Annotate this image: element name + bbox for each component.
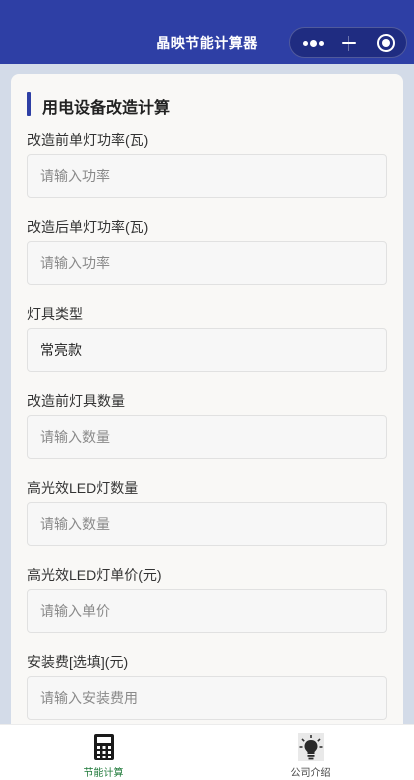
mini-program-capsule bbox=[289, 27, 407, 58]
field-label-led-price: 高光效LED灯单价(元) bbox=[27, 567, 162, 583]
field-label-install-fee: 安装费[选填](元) bbox=[27, 654, 129, 670]
top-navigation-bar: 晶映节能计算器 bbox=[0, 0, 414, 64]
field-label-lamp-type: 灯具类型 bbox=[27, 306, 83, 322]
led-count-input[interactable] bbox=[40, 503, 370, 545]
field-label-count-before: 改造前灯具数量 bbox=[27, 393, 125, 409]
lamp-type-value: 常亮款 bbox=[40, 342, 82, 358]
led-price-input[interactable] bbox=[40, 590, 370, 632]
field-label-led-count: 高光效LED灯数量 bbox=[27, 480, 139, 496]
minus-icon bbox=[342, 42, 356, 44]
power-before-field bbox=[27, 154, 387, 198]
tab-label-energy-calculation: 节能计算 bbox=[83, 768, 124, 779]
power-before-input[interactable] bbox=[40, 155, 370, 197]
capsule-divider bbox=[348, 36, 349, 51]
power-after-field bbox=[27, 241, 387, 285]
light-bulb-icon bbox=[298, 733, 324, 761]
field-label-power-before: 改造前单灯功率(瓦) bbox=[27, 132, 149, 148]
section-title: 用电设备改造计算 bbox=[42, 100, 171, 117]
bottom-tab-bar: 节能计算 公司介绍 bbox=[0, 724, 414, 780]
install-fee-input[interactable] bbox=[40, 677, 370, 719]
led-count-field bbox=[27, 502, 387, 546]
count-before-input[interactable] bbox=[40, 416, 370, 458]
lamp-type-selector[interactable]: 常亮款 bbox=[27, 328, 387, 372]
led-price-field bbox=[27, 589, 387, 633]
calculator-form-card: 用电设备改造计算 改造前单灯功率(瓦) 改造后单灯功率(瓦) 灯具类型 常亮款 … bbox=[11, 74, 403, 774]
close-button[interactable] bbox=[365, 28, 408, 59]
section-accent-bar bbox=[27, 92, 31, 116]
tab-energy-calculation[interactable]: 节能计算 bbox=[0, 725, 207, 780]
field-label-power-after: 改造后单灯功率(瓦) bbox=[27, 219, 149, 235]
minimize-button[interactable] bbox=[334, 28, 364, 59]
tab-label-company-intro: 公司介绍 bbox=[290, 768, 331, 779]
calculator-icon bbox=[94, 734, 114, 760]
count-before-field bbox=[27, 415, 387, 459]
power-after-input[interactable] bbox=[40, 242, 370, 284]
more-button[interactable] bbox=[290, 28, 334, 59]
target-ring-icon bbox=[377, 34, 395, 52]
install-fee-field bbox=[27, 676, 387, 720]
tab-company-intro[interactable]: 公司介绍 bbox=[207, 725, 414, 780]
